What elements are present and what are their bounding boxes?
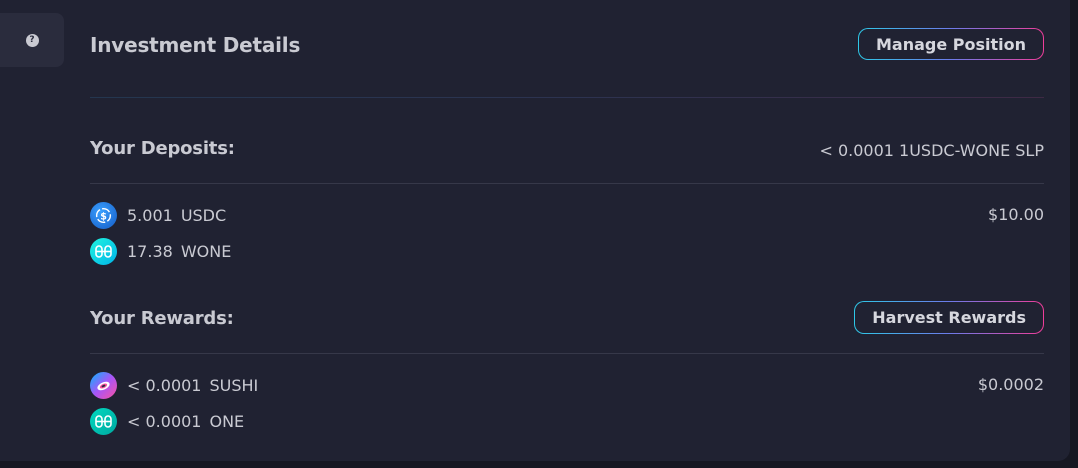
reward-symbol: SUSHI xyxy=(209,375,259,395)
page-title: Investment Details xyxy=(90,32,301,57)
reward-token-row: < 0.0001 ONE xyxy=(90,407,244,435)
deposit-symbol: USDC xyxy=(180,205,227,225)
harvest-rewards-button[interactable]: Harvest Rewards xyxy=(854,301,1044,334)
sushi-token-icon xyxy=(90,371,117,399)
svg-text:$: $ xyxy=(100,211,107,222)
deposit-amount: 17.38 xyxy=(127,241,173,261)
reward-amount: < 0.0001 xyxy=(127,375,202,395)
deposits-usd-value: $10.00 xyxy=(988,205,1044,224)
rewards-divider xyxy=(90,353,1044,354)
deposit-token-row: 17.38 WONE xyxy=(90,237,231,265)
header-divider xyxy=(90,97,1044,98)
reward-token-row: < 0.0001 SUSHI xyxy=(90,371,258,399)
deposits-label: Your Deposits: xyxy=(90,138,235,159)
harmony-one-token-icon xyxy=(90,237,117,265)
question-circle-icon: ? xyxy=(25,33,39,47)
manage-position-label: Manage Position xyxy=(858,29,1043,59)
reward-amount: < 0.0001 xyxy=(127,411,202,431)
lp-amount: < 0.0001 1USDC-WONE SLP xyxy=(819,141,1044,160)
harmony-one-token-icon xyxy=(90,407,117,435)
deposit-amount: 5.001 xyxy=(127,205,173,225)
rewards-label: Your Rewards: xyxy=(90,308,234,329)
deposit-symbol: WONE xyxy=(180,241,232,261)
usdc-token-icon: $ xyxy=(90,201,117,229)
investment-content: Investment Details Manage Position Your … xyxy=(90,0,1044,435)
reward-symbol: ONE xyxy=(209,411,245,431)
harvest-rewards-label: Harvest Rewards xyxy=(855,302,1043,333)
help-tab[interactable]: ? xyxy=(0,13,64,67)
rewards-usd-value: $0.0002 xyxy=(977,375,1044,394)
manage-position-button[interactable]: Manage Position xyxy=(857,28,1044,60)
deposit-token-row: $ 5.001 USDC xyxy=(90,201,226,229)
investment-details-panel: ? Investment Details Manage Position You… xyxy=(0,0,1070,461)
deposits-divider xyxy=(90,183,1044,184)
